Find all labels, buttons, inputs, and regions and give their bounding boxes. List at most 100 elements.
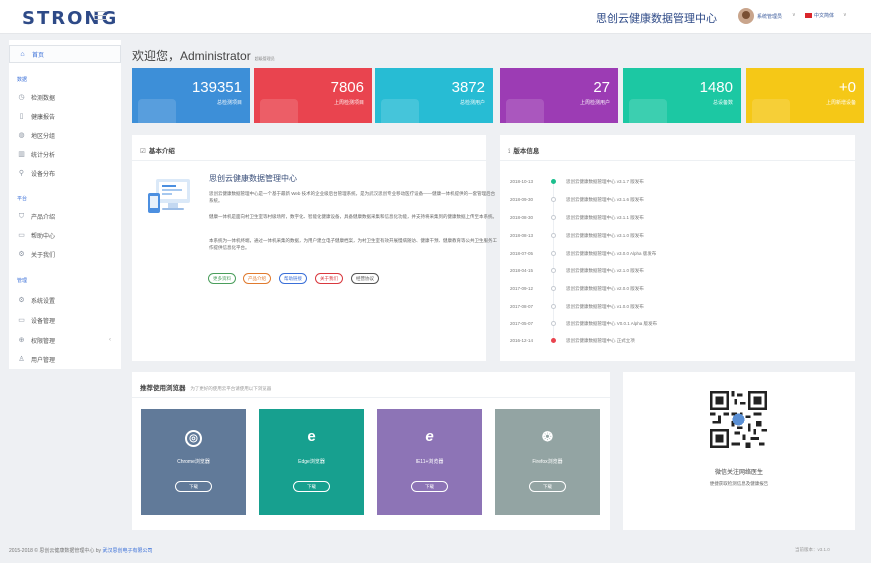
stat-label: 总检测项目 <box>216 100 242 106</box>
tag-help-links[interactable]: 帮助链接 <box>279 273 307 284</box>
avatar[interactable] <box>738 8 754 24</box>
sidebar-item-report[interactable]: ▯ 健康报告 <box>9 107 121 125</box>
sidebar-group-platform: 平台 <box>17 196 28 202</box>
chrome-icon: ◎ <box>185 430 202 447</box>
stat-label: 总检测用户 <box>459 100 485 106</box>
qr-code <box>710 391 767 448</box>
sidebar-item-device-map[interactable]: ⚲ 设备分布 <box>9 164 121 182</box>
sidebar-item-home[interactable]: ⌂ 首页 <box>9 45 121 63</box>
divider <box>500 160 855 161</box>
stat-card-week-devices[interactable]: +0 上周新增设备 <box>746 68 864 123</box>
version-text: 思创云健康数据管理中心 v3.1.6 版发布 <box>566 197 644 202</box>
browser-name: Chrome浏览器 <box>177 459 210 465</box>
stat-card-week-users[interactable]: 27 上周检测用户 <box>500 68 618 123</box>
version-text: 思创云健康数据管理中心 v3.1.7 版发布 <box>566 179 644 184</box>
tag-agreement[interactable]: 经营协议 <box>351 273 379 284</box>
menu-toggle-icon[interactable] <box>94 11 106 21</box>
sidebar-item-about[interactable]: ⚙ 关于我们 <box>9 245 121 263</box>
edit-icon: ☑ <box>140 148 146 155</box>
intro-heading: 思创云健康数据管理中心 <box>209 174 297 183</box>
timeline-dot <box>551 215 556 220</box>
version-text: 思创云健康数据管理中心 v3.1.1 版发布 <box>566 215 644 220</box>
users-icon <box>381 99 419 123</box>
sidebar-item-label: 关于我们 <box>31 252 56 259</box>
download-button[interactable]: 下载 <box>529 481 566 492</box>
sidebar-group-data: 数据 <box>17 77 28 83</box>
browser-tile-ie: e IE11+浏览器 下载 <box>377 409 482 515</box>
stat-value: 7806 <box>330 79 364 96</box>
home-icon: ⌂ <box>20 50 25 58</box>
sidebar-group-manage: 管理 <box>17 278 28 284</box>
version-text: 思创云健康数据管理中心 v3.1.0 版发布 <box>566 233 644 238</box>
version-text: 思创云健康数据管理中心 v2.1.0 版发布 <box>566 268 644 273</box>
browser-name: IE11+浏览器 <box>415 459 444 465</box>
device-icon <box>629 99 667 123</box>
timeline-dot <box>551 251 556 256</box>
sidebar-item-system-settings[interactable]: ⚙ 系统设置 <box>9 291 121 309</box>
download-button[interactable]: 下载 <box>411 481 448 492</box>
globe-icon: ◍ <box>18 131 25 139</box>
user-name[interactable]: 系统管理员 <box>757 13 782 20</box>
monitor-icon: ▭ <box>18 316 25 324</box>
chevron-down-icon[interactable]: ∨ <box>792 12 796 18</box>
stat-label: 总设备数 <box>712 100 733 106</box>
lock-icon: ⊕ <box>18 336 25 344</box>
sidebar-item-help[interactable]: ▭ 帮助中心 <box>9 226 121 244</box>
medkit-icon <box>138 99 176 123</box>
user-icon: ♙ <box>18 355 25 363</box>
stat-card-total-devices[interactable]: 1480 总设备数 <box>623 68 741 123</box>
version-text: 思创云健康数据管理中心 正式立项 <box>566 338 635 343</box>
sidebar-item-label: 设备管理 <box>31 318 56 325</box>
intro-paragraph: 思创云健康数据管理中心是一个基于最新 Web 技术的企业级后台管理系统，是为武汉… <box>209 191 496 203</box>
divider <box>132 160 486 161</box>
sidebar-item-permissions[interactable]: ⊕ 权限管理 ‹ <box>9 331 121 349</box>
flag-icon[interactable] <box>805 13 812 18</box>
version-title-text: 版本信息 <box>513 148 540 155</box>
download-button[interactable]: 下载 <box>293 481 330 492</box>
timeline-dot <box>551 179 556 184</box>
timeline-dot <box>551 268 556 273</box>
stat-card-total-items[interactable]: 139351 总检测项目 <box>132 68 250 123</box>
browser-title: 推荐使用浏览器 为了更好的使用云平台请使用以下浏览器 <box>140 382 271 392</box>
stat-card-total-users[interactable]: 3872 总检测用户 <box>375 68 493 123</box>
sidebar-item-label: 产品介绍 <box>31 214 56 221</box>
timeline-dot <box>551 197 556 202</box>
wechat-subtitle: 便捷获取检测信息及健康报告 <box>709 481 769 486</box>
stat-value: 3872 <box>451 79 485 96</box>
sidebar-item-label: 设备分布 <box>31 171 56 178</box>
sidebar-item-label: 统计分析 <box>31 152 56 159</box>
sidebar-item-detection[interactable]: ◷ 检测数据 <box>9 88 121 106</box>
sidebar-item-device-management[interactable]: ▭ 设备管理 <box>9 311 121 329</box>
version-title: ⟟ 版本信息 <box>508 145 539 156</box>
bar-chart-icon: ▥ <box>18 150 25 158</box>
browser-tile-chrome: ◎ Chrome浏览器 下载 <box>141 409 246 515</box>
copyright-text: 2015-2018 © 思创云健康数据管理中心 by <box>9 548 102 554</box>
sidebar-item-products[interactable]: ⛉ 产品介绍 <box>9 207 121 225</box>
download-button[interactable]: 下载 <box>175 481 212 492</box>
site-title: 思创云健康数据管理中心 <box>596 13 717 25</box>
tag-about-us[interactable]: 关于我们 <box>315 273 343 284</box>
sidebar-item-users[interactable]: ♙ 用户管理 <box>9 350 121 368</box>
stat-value: 139351 <box>191 79 242 96</box>
timeline-dot <box>551 338 556 343</box>
settings-icon: ⚙ <box>18 250 25 258</box>
stat-label: 上周检测用户 <box>579 100 610 106</box>
tag-more-info[interactable]: 更多资料 <box>208 273 236 284</box>
sidebar-item-label: 系统设置 <box>31 298 56 305</box>
tag-product-intro[interactable]: 产品介绍 <box>243 273 271 284</box>
version-text: 思创云健康数据管理中心 v2.0.0 版发布 <box>566 286 644 291</box>
sidebar-item-region[interactable]: ◍ 地区分组 <box>9 126 121 144</box>
sidebar-item-statistics[interactable]: ▥ 统计分析 <box>9 145 121 163</box>
intro-panel: ☑ 基本介绍 思创云健康数据管理中心 思创云健康数据管理中心是一个基于最新 Web… <box>132 135 497 361</box>
version-text: 思创云健康数据管理中心 V0.0.1 Alpha 版发布 <box>566 321 658 326</box>
company-link[interactable]: 武汉思创电子有限公司 <box>102 548 152 554</box>
browser-tile-edge: e Edge浏览器 下载 <box>259 409 364 515</box>
language-selector[interactable]: 中文简体 <box>814 12 834 19</box>
plus-icon <box>260 99 298 123</box>
sidebar-item-label: 首页 <box>32 52 45 59</box>
user-role: 超级管理员 <box>254 56 275 61</box>
stat-label: 上周检测项目 <box>333 100 364 106</box>
stat-card-week-items[interactable]: 7806 上周检测项目 <box>254 68 372 123</box>
chevron-down-icon[interactable]: ∨ <box>843 12 847 18</box>
timeline-dot <box>551 233 556 238</box>
